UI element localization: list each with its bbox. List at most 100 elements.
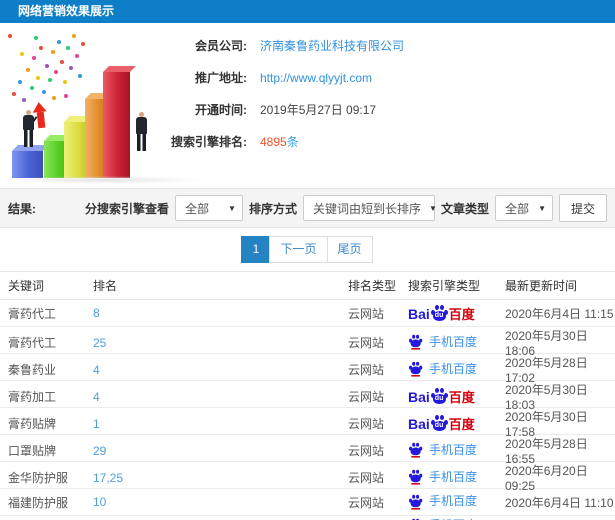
- baidu-mobile-logo: 手机百度: [408, 492, 477, 510]
- rank-link[interactable]: 29: [93, 444, 348, 458]
- baidu-paw-icon: du: [430, 304, 448, 321]
- engine-filter-label: 分搜索引擎查看: [84, 201, 169, 216]
- table-body: 膏药代工 8 云网站 Bai du 百度 2020年6月4日 11:15 膏药代工 …: [0, 300, 615, 520]
- page-title-bar: 网络营销效果展示: [0, 0, 615, 23]
- info-field-value[interactable]: 济南秦鲁药业科技有限公司: [260, 37, 404, 54]
- keyword-cell: 膏药加工: [8, 390, 57, 404]
- result-label: 结果:: [8, 201, 36, 216]
- engine-cell: 手机百度: [408, 441, 505, 461]
- keyword-cell: 福建防护服: [8, 495, 69, 510]
- engine-cell: 手机百度: [408, 360, 505, 380]
- engine-cell: Bai du 百度: [408, 304, 505, 322]
- table-row: 膏药代工 8 云网站 Bai du 百度 2020年6月4日 11:15: [0, 300, 615, 327]
- engine-filter-select[interactable]: 全部 ▼: [174, 195, 243, 221]
- rank-type-cell: 云网站: [348, 306, 385, 321]
- businessman-right: [133, 112, 150, 151]
- baidu-logo: Bai du 百度: [408, 388, 475, 405]
- table-header-row: 关键词 排名 排名类型 搜索引擎类型 最新更新时间: [0, 272, 615, 300]
- info-field-label: 开通时间:: [195, 103, 247, 117]
- bar-chart-bar-blue: [12, 145, 49, 178]
- col-header-keyword: 关键词: [8, 279, 45, 293]
- col-header-engine-type: 搜索引擎类型: [408, 279, 481, 293]
- info-field-label: 推广地址:: [195, 71, 247, 85]
- rank-type-cell: 云网站: [348, 336, 385, 350]
- pagination-strip: 1 下一页 尾页: [0, 228, 615, 272]
- info-field-value: 2019年5月27日 09:17: [260, 103, 377, 117]
- rank-link[interactable]: 1: [93, 417, 348, 431]
- info-field-row: 搜索引擎排名: 4895条: [150, 133, 404, 150]
- table-row: 膏药加工 4 云网站 Bai du 百度 2020年5月30日 18:03: [0, 381, 615, 412]
- rank-link[interactable]: 25: [93, 336, 348, 350]
- baidu-paw-icon: [409, 335, 423, 350]
- member-summary-section: 会员公司: 济南秦鲁药业科技有限公司 推广地址: http://www.qlyy…: [0, 23, 615, 188]
- baidu-mobile-logo: 手机百度: [408, 360, 477, 377]
- sort-filter-select[interactable]: 关键词由短到长排序 ▼: [302, 195, 437, 221]
- updated-time-cell: 2020年6月4日 11:15: [505, 306, 614, 321]
- col-header-updated: 最新更新时间: [505, 279, 578, 293]
- rank-link[interactable]: 17,25: [93, 471, 348, 485]
- rank-link[interactable]: 4: [93, 363, 348, 377]
- result-filter-bar: 结果: 分搜索引擎查看 全部 ▼ 排序方式 关键词由短到长排序 ▼ 文章类型 全…: [0, 188, 615, 228]
- baidu-paw-icon: [409, 470, 423, 485]
- last-page-button[interactable]: 尾页: [326, 236, 373, 263]
- rank-type-cell: 云网站: [348, 390, 385, 404]
- submit-button[interactable]: 提交: [558, 194, 607, 222]
- next-page-button[interactable]: 下一页: [269, 236, 328, 263]
- rank-type-cell: 云网站: [348, 444, 385, 458]
- baidu-mobile-logo: 手机百度: [408, 516, 477, 520]
- updated-time-cell: 2020年6月4日 11:10: [505, 495, 614, 510]
- engine-cell: 手机百度: [408, 333, 505, 353]
- table-row: 膏药贴牌 1 云网站 Bai du 百度 2020年5月30日 17:58: [0, 408, 615, 439]
- rank-type-cell: 云网站: [348, 417, 385, 431]
- article-type-select[interactable]: 全部 ▼: [494, 195, 553, 221]
- info-field-row: 开通时间: 2019年5月27日 09:17: [150, 101, 404, 118]
- table-row: 口罩贴牌 29 云网站 手机百度 2020年5月28日 16:55: [0, 435, 615, 466]
- chevron-down-icon: ▼: [428, 203, 437, 213]
- pager: 1 下一页 尾页: [241, 236, 373, 263]
- info-field-value[interactable]: http://www.qlyyjt.com: [260, 71, 372, 85]
- table-row: 膏药代工 25 云网站 手机百度 2020年5月30日 18:06: [0, 327, 615, 358]
- page-1-button[interactable]: 1: [241, 236, 271, 263]
- baidu-paw-icon: du: [430, 388, 448, 404]
- baidu-mobile-logo: 手机百度: [408, 441, 477, 458]
- keyword-cell: 金华防护服: [8, 471, 69, 485]
- businessman-left: [20, 110, 38, 147]
- info-fields: 会员公司: 济南秦鲁药业科技有限公司 推广地址: http://www.qlyy…: [150, 37, 404, 165]
- baidu-paw-icon: du: [430, 415, 448, 431]
- col-header-rank: 排名: [93, 279, 118, 293]
- rank-link[interactable]: 4: [93, 390, 348, 404]
- engine-cell: 手机百度: [408, 468, 505, 488]
- info-field-label: 会员公司:: [195, 39, 247, 53]
- table-row: 手机百度: [0, 516, 615, 520]
- rank-type-cell: 云网站: [348, 495, 385, 510]
- baidu-mobile-logo: 手机百度: [408, 333, 477, 350]
- info-field-row: 推广地址: http://www.qlyyjt.com: [150, 69, 404, 86]
- rankings-table: 关键词 排名 排名类型 搜索引擎类型 最新更新时间 膏药代工 8 云网站 Bai…: [0, 272, 615, 520]
- rank-type-cell: 云网站: [348, 363, 385, 377]
- rank-link[interactable]: 10: [93, 495, 348, 509]
- rank-link[interactable]: 8: [93, 306, 348, 320]
- engine-cell: 手机百度: [408, 492, 505, 512]
- keyword-cell: 膏药贴牌: [8, 417, 57, 431]
- engine-cell: 手机百度: [408, 516, 505, 520]
- col-header-rank-type: 排名类型: [348, 279, 397, 293]
- info-field-label: 搜索引擎排名:: [171, 135, 247, 149]
- chevron-down-icon: ▼: [538, 203, 546, 213]
- table-row: 福建防护服 10 云网站 手机百度 2020年6月4日 11:10: [0, 489, 615, 516]
- baidu-paw-icon: [409, 362, 423, 377]
- table-row: 金华防护服 17,25 云网站 手机百度 2020年6月20日 09:25: [0, 462, 615, 493]
- article-type-label: 文章类型: [440, 201, 489, 216]
- baidu-paw-icon: [409, 443, 423, 458]
- filter-controls: 分搜索引擎查看 全部 ▼ 排序方式 关键词由短到长排序 ▼ 文章类型 全部 ▼ …: [85, 194, 607, 222]
- chevron-down-icon: ▼: [228, 203, 236, 213]
- sort-filter-label: 排序方式: [248, 201, 297, 216]
- engine-cell: Bai du 百度: [408, 388, 505, 405]
- engine-cell: Bai du 百度: [408, 415, 505, 432]
- article-type-value: 全部: [504, 201, 529, 216]
- updated-time-cell: 2020年6月20日 09:25: [505, 464, 588, 493]
- page-title: 网络营销效果展示: [18, 4, 115, 18]
- baidu-mobile-logo: 手机百度: [408, 468, 477, 485]
- floor-shadow: [4, 176, 204, 184]
- keyword-cell: 秦鲁药业: [8, 363, 57, 377]
- keyword-cell: 膏药代工: [8, 336, 57, 350]
